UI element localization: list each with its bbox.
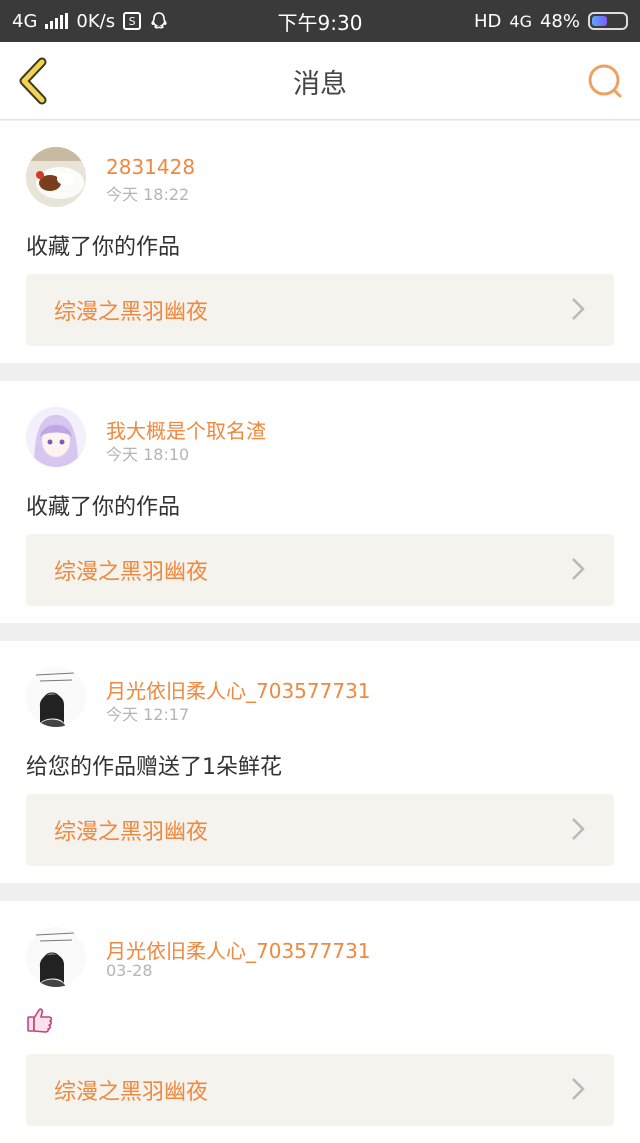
sender-name[interactable]: 月光依旧柔人心_703577731 — [106, 935, 371, 964]
work-title: 综漫之黑羽幽夜 — [54, 300, 209, 325]
search-button[interactable] — [586, 62, 624, 100]
avatar[interactable] — [26, 927, 86, 987]
avatar[interactable] — [26, 407, 86, 467]
chevron-right-icon — [572, 1078, 585, 1100]
avatar[interactable] — [26, 667, 86, 727]
message-time: 03-28 — [106, 961, 153, 980]
sender-name[interactable]: 月光依旧柔人心_703577731 — [106, 675, 371, 704]
work-title: 综漫之黑羽幽夜 — [54, 820, 209, 845]
message-card: 月光依旧柔人心_703577731 今天 12:17 给您的作品赠送了1朵鲜花 … — [0, 641, 640, 883]
work-title: 综漫之黑羽幽夜 — [54, 560, 209, 585]
work-link[interactable]: 综漫之黑羽幽夜 — [26, 794, 614, 866]
message-time: 今天 12:17 — [106, 705, 190, 724]
thumbs-up-icon — [26, 1007, 54, 1039]
battery-icon — [588, 12, 628, 30]
chevron-right-icon — [572, 818, 585, 840]
work-title: 综漫之黑羽幽夜 — [54, 1080, 209, 1105]
message-text: 收藏了你的作品 — [26, 495, 181, 520]
message-card: 月光依旧柔人心_703577731 03-28 综漫之黑羽幽夜 — [0, 901, 640, 1143]
message-time: 今天 18:10 — [106, 445, 190, 464]
work-link[interactable]: 综漫之黑羽幽夜 — [26, 534, 614, 606]
work-link[interactable]: 综漫之黑羽幽夜 — [26, 274, 614, 346]
message-list: 2831428 今天 18:22 收藏了你的作品 综漫之黑羽幽夜 我大概是个取名… — [0, 121, 640, 1143]
message-time: 今天 18:22 — [106, 185, 190, 204]
page-title: 消息 — [293, 68, 347, 100]
status-time: 下午9:30 — [277, 10, 363, 35]
avatar[interactable] — [26, 147, 86, 207]
message-text: 给您的作品赠送了1朵鲜花 — [26, 755, 282, 780]
message-card: 我大概是个取名渣 今天 18:10 收藏了你的作品 综漫之黑羽幽夜 — [0, 381, 640, 623]
chevron-right-icon — [572, 558, 585, 580]
status-bar: 4G 0K/s S 下午9:30 HD 4G 48% — [0, 0, 640, 42]
sender-name[interactable]: 我大概是个取名渣 — [106, 415, 266, 444]
search-icon — [588, 64, 622, 98]
message-card: 2831428 今天 18:22 收藏了你的作品 综漫之黑羽幽夜 — [0, 121, 640, 363]
message-text: 收藏了你的作品 — [26, 235, 181, 260]
chevron-right-icon — [572, 298, 585, 320]
work-link[interactable]: 综漫之黑羽幽夜 — [26, 1054, 614, 1126]
nav-bar: 消息 — [0, 42, 640, 120]
sender-name[interactable]: 2831428 — [106, 155, 195, 179]
